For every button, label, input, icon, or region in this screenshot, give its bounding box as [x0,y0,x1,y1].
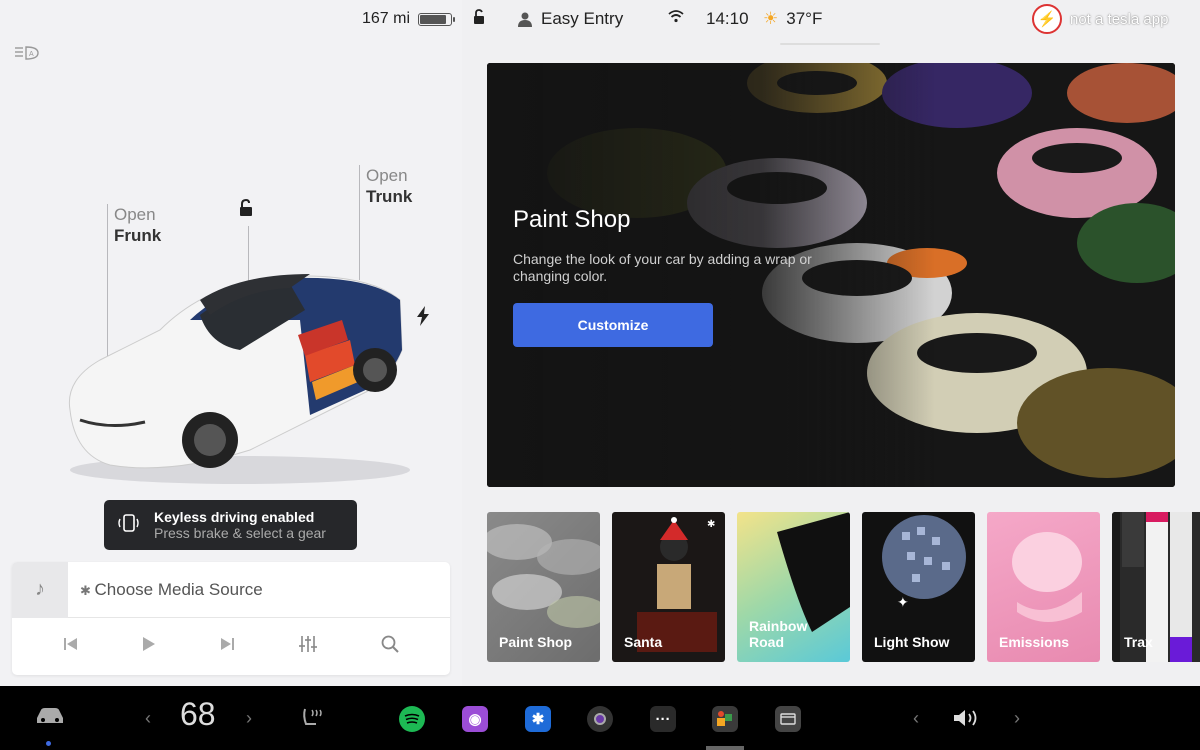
tile-label: Light Show [874,634,950,650]
brand-watermark: ⚡ not a tesla app [1032,4,1168,34]
app-tiles-row: Paint Shop ✱ Santa Rainbow Road ✦ Light … [487,512,1200,662]
tile-light-show[interactable]: ✦ Light Show [862,512,975,662]
seat-heater-icon[interactable] [300,706,324,730]
toast-title: Keyless driving enabled [154,509,315,525]
music-note-icon: ♪ [12,562,68,618]
hero-title: Paint Shop [513,206,631,233]
trunk-label-line1: Open [366,166,408,185]
range-text: 167 mi [362,10,411,27]
customize-button[interactable]: Customize [513,303,713,347]
tile-label: Santa [624,634,663,650]
panel-drag-handle[interactable] [780,43,880,45]
wallet-icon[interactable] [775,706,801,732]
more-apps-icon[interactable]: ··· [650,706,676,732]
tile-paint-shop[interactable]: Paint Shop [487,512,600,662]
next-track-icon[interactable] [219,637,235,656]
status-bar: Easy Entry 14:10 ☀ 37°F ⚡ not a tesla ap… [462,0,1200,38]
tile-santa[interactable]: ✱ Santa [612,512,725,662]
auto-headlights-icon[interactable]: A [14,44,40,65]
toast-subtitle: Press brake & select a gear [154,525,326,541]
tile-label: Emissions [999,634,1070,650]
open-frunk-button[interactable]: Open Frunk [114,204,161,246]
svg-text:✦: ✦ [897,594,909,610]
tile-rainbow-road[interactable]: Rainbow Road [737,512,850,662]
clock: 14:10 [706,9,749,29]
bluetooth-small-icon: ✱ [80,582,95,598]
paint-shop-hero: Paint Shop Change the look of your car b… [487,63,1175,487]
range-indicator: 167 mi [362,10,456,28]
tile-label: Paint Shop [499,634,573,650]
tile-label: Rainbow Road [749,618,808,650]
cabin-temperature[interactable]: 68 [180,696,216,733]
volume-icon[interactable] [952,708,982,728]
bottom-dock: ‹ 68 › ◉ ✱ ··· ‹ › [0,686,1200,750]
frunk-label-line2: Frunk [114,226,162,245]
car-panel: 167 mi A Open Frunk Open Trunk Keyless d… [0,0,462,686]
play-icon[interactable] [142,636,156,657]
svg-text:A: A [29,51,34,58]
wifi-icon[interactable] [668,9,684,23]
outside-temp: 37°F [786,9,823,28]
tile-trax[interactable]: Trax [1112,512,1200,662]
battery-icon [418,12,456,26]
person-icon [518,12,532,27]
toybox-panel: Paint Shop Change the look of your car b… [462,38,1200,686]
active-indicator-dot [46,741,51,746]
time-text: 14:10 [706,9,749,28]
volume-decrease-icon[interactable]: ‹ [913,708,919,729]
keyless-driving-toast: Keyless driving enabled Press brake & se… [104,500,357,550]
unlock-status-icon[interactable] [472,9,488,25]
media-source-label: Choose Media Source [94,579,263,599]
spotify-icon[interactable] [399,706,425,732]
previous-track-icon[interactable] [63,637,79,656]
toybox-icon[interactable] [712,706,738,732]
search-icon[interactable] [381,635,399,658]
profile-name: Easy Entry [541,9,624,28]
choose-media-source-button[interactable]: ✱ Choose Media Source [80,580,263,600]
open-trunk-button[interactable]: Open Trunk [366,165,412,207]
brand-bolt-icon: ⚡ [1032,4,1062,34]
frunk-label-line1: Open [114,205,156,224]
media-player: ♪ ✱ Choose Media Source [12,562,450,675]
podcasts-icon[interactable]: ◉ [462,706,488,732]
temp-increase-icon[interactable]: › [246,708,252,729]
brand-text: not a tesla app [1070,10,1169,28]
driver-profile-button[interactable]: Easy Entry [517,9,623,29]
car-image [68,274,410,484]
sun-icon: ☀ [763,9,779,28]
car-lock-icon[interactable] [236,198,256,223]
hero-description: Change the look of your car by adding a … [513,251,812,284]
weather: ☀ 37°F [763,9,822,29]
equalizer-icon[interactable] [298,635,318,658]
phone-key-icon [116,513,142,538]
car-icon[interactable] [34,706,66,726]
trunk-label-line2: Trunk [366,187,413,206]
svg-text:✱: ✱ [707,519,715,530]
camera-icon[interactable] [587,706,613,732]
bluetooth-icon[interactable]: ✱ [525,706,551,732]
toybox-active-bar [706,746,744,750]
volume-increase-icon[interactable]: › [1014,708,1020,729]
battery-fill [420,14,446,24]
tile-emissions[interactable]: Emissions [987,512,1100,662]
temp-decrease-icon[interactable]: ‹ [145,708,151,729]
tile-label: Trax [1124,634,1153,650]
